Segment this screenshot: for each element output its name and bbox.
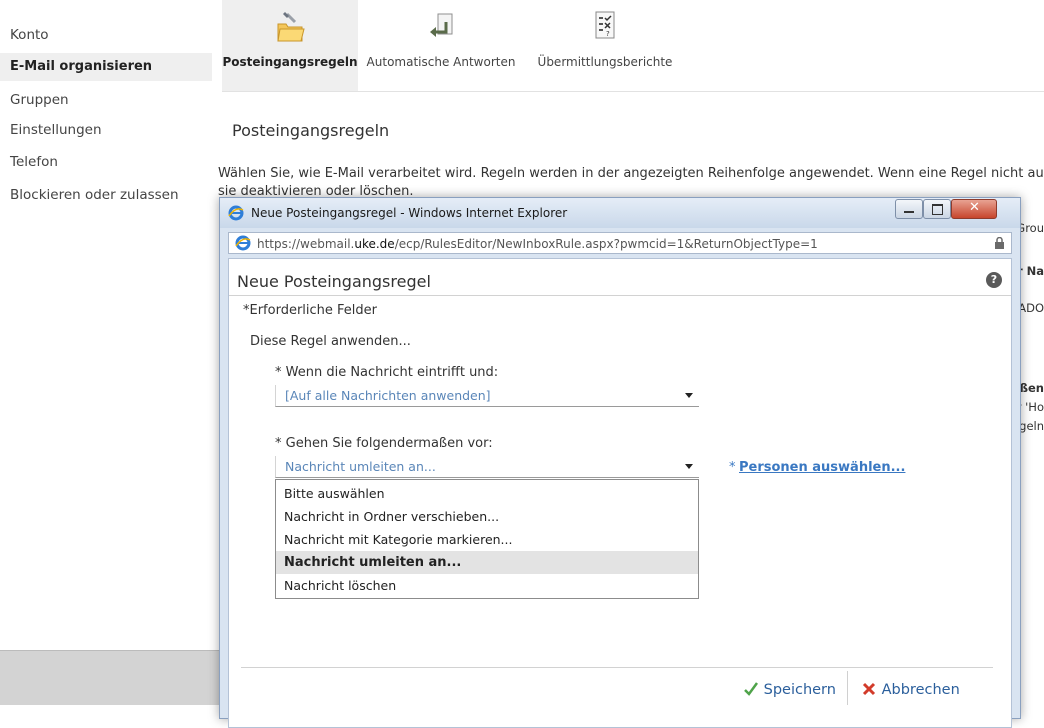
minimize-button[interactable] — [895, 199, 923, 219]
tab-label: Übermittlungsberichte — [537, 55, 673, 69]
new-inbox-rule-dialog: Neue Posteingangsregel ? *Erforderliche … — [228, 258, 1012, 728]
action-select-value: Nachricht umleiten an... — [285, 459, 436, 474]
maximize-icon — [932, 204, 943, 215]
report-checklist-icon: ? — [595, 11, 615, 39]
close-icon: ✕ — [969, 200, 980, 215]
apply-rule-label: Diese Regel anwenden... — [250, 334, 411, 349]
save-button[interactable]: Speichern — [743, 677, 836, 703]
nav-item-blockieren-oder-zulassen[interactable]: Blockieren oder zulassen — [0, 181, 212, 209]
select-people-link[interactable]: Personen auswählen... — [739, 460, 905, 475]
svg-text:?: ? — [606, 30, 610, 38]
save-label: Speichern — [763, 682, 836, 698]
required-fields-note: *Erforderliche Felder — [243, 303, 378, 318]
help-icon[interactable]: ? — [986, 272, 1002, 288]
nav-item-einstellungen[interactable]: Einstellungen — [0, 116, 212, 144]
tab-label: Automatische Antworten — [366, 55, 516, 69]
action-select[interactable]: Nachricht umleiten an... — [275, 456, 699, 478]
nav-item-telefon[interactable]: Telefon — [0, 148, 212, 176]
description-line-1: Wählen Sie, wie E-Mail verarbeitet wird.… — [218, 166, 1044, 181]
ie-popup-window: Neue Posteingangsregel - Windows Interne… — [219, 197, 1021, 728]
cancel-button[interactable]: Abbrechen — [861, 677, 960, 703]
condition-select[interactable]: [Auf alle Nachrichten anwenden] — [275, 385, 699, 407]
ie-page-icon — [235, 235, 251, 251]
chevron-down-icon — [685, 393, 693, 398]
dropdown-option[interactable]: Bitte auswählen — [276, 482, 698, 505]
title-divider — [229, 295, 1011, 296]
nav-item-email-organisieren[interactable]: E-Mail organisieren — [0, 53, 212, 81]
ie-logo-icon — [228, 205, 244, 221]
condition-select-value: [Auf alle Nachrichten anwenden] — [285, 388, 491, 403]
chevron-down-icon — [685, 464, 693, 469]
folder-rules-icon — [277, 12, 305, 42]
bg-fragment: ADO — [1018, 301, 1044, 315]
url-domain: uke.de — [354, 237, 395, 251]
auto-reply-icon — [430, 13, 453, 37]
tab-automatische-antworten[interactable]: Automatische Antworten — [362, 0, 520, 91]
url-text: https://webmail.uke.de/ecp/RulesEditor/N… — [257, 237, 818, 251]
bg-fragment: geln — [1019, 419, 1044, 433]
action-dropdown-list: Bitte auswählen Nachricht in Ordner vers… — [275, 479, 699, 599]
action-label: * Gehen Sie folgendermaßen vor: — [275, 436, 493, 451]
dropdown-option[interactable]: Nachricht löschen — [276, 574, 698, 597]
dropdown-option-selected[interactable]: Nachricht umleiten an... — [276, 551, 698, 574]
url-prefix: https://webmail. — [257, 237, 355, 251]
tab-label: Posteingangsregeln — [222, 55, 358, 69]
footer-button-separator — [847, 671, 848, 705]
nav-item-konto[interactable]: Konto — [0, 21, 212, 49]
ribbon-divider — [222, 91, 1044, 92]
address-bar[interactable]: https://webmail.uke.de/ecp/RulesEditor/N… — [228, 232, 1012, 254]
tab-posteingangsregeln[interactable]: Posteingangsregeln — [222, 0, 358, 91]
people-required-star: * — [729, 460, 736, 475]
url-path: /ecp/RulesEditor/NewInboxRule.aspx?pwmci… — [394, 237, 818, 251]
dropdown-option[interactable]: Nachricht mit Kategorie markieren... — [276, 528, 698, 551]
page-title: Posteingangsregeln — [232, 121, 390, 140]
bg-fragment: ßen — [1019, 381, 1044, 395]
checkmark-icon — [744, 682, 759, 696]
dropdown-option[interactable]: Nachricht in Ordner verschieben... — [276, 505, 698, 528]
maximize-button[interactable] — [923, 199, 951, 219]
tab-uebermittlungsberichte[interactable]: ? Übermittlungsberichte — [530, 0, 680, 91]
window-titlebar[interactable]: Neue Posteingangsregel - Windows Interne… — [220, 198, 1020, 228]
dialog-title: Neue Posteingangsregel — [237, 272, 431, 291]
window-title: Neue Posteingangsregel - Windows Interne… — [251, 206, 568, 220]
nav-item-gruppen[interactable]: Gruppen — [0, 86, 212, 114]
background-footer-band — [0, 650, 222, 705]
close-button[interactable]: ✕ — [951, 199, 997, 219]
footer-divider — [241, 667, 993, 668]
lock-icon — [995, 237, 1004, 249]
left-navigation: Konto E-Mail organisieren Gruppen Einste… — [0, 0, 212, 704]
cancel-label: Abbrechen — [881, 682, 960, 698]
page-description: Wählen Sie, wie E-Mail verarbeitet wird.… — [218, 165, 1044, 201]
condition-label: * Wenn die Nachricht eintrifft und: — [275, 365, 499, 380]
cancel-x-icon — [862, 682, 876, 696]
minimize-icon — [904, 211, 914, 213]
